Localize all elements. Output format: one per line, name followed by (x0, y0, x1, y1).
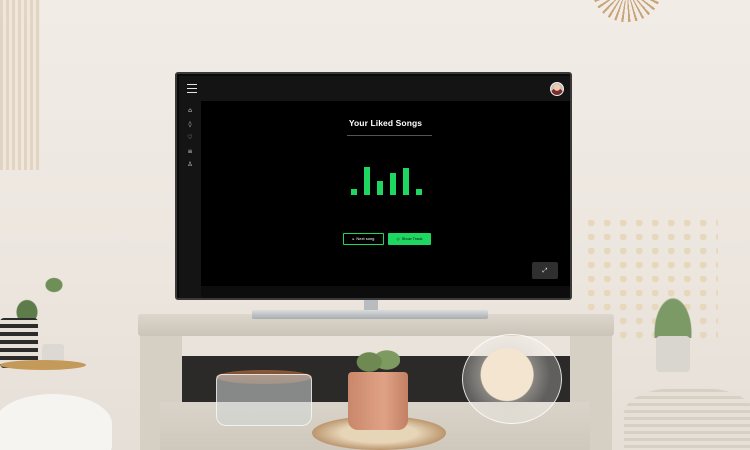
pouf-left (0, 394, 112, 450)
side-table (0, 360, 86, 370)
main-content: Your Liked Songs ▸ Next song ◎ Show Track … (201, 101, 570, 298)
visualizer-bar (403, 168, 409, 195)
next-song-label: Next song (356, 236, 375, 241)
potted-plant-left (0, 240, 90, 330)
glass-terrarium (462, 334, 562, 424)
user-avatar[interactable] (550, 82, 564, 96)
expand-icon[interactable]: ⤢ (532, 262, 558, 279)
succulent-plant (650, 290, 696, 338)
glass-jar (216, 374, 312, 426)
player-footer (201, 286, 570, 298)
tv-stand-foot (252, 310, 488, 319)
title-divider (347, 135, 432, 136)
terracotta-pot (348, 372, 408, 430)
sidebar: ⌂ ◊ ♡ ≡ ♙ (179, 101, 201, 298)
track-icon: ◎ (396, 237, 400, 241)
menu-line (187, 84, 197, 86)
menu-line (187, 87, 197, 90)
audio-visualizer (351, 167, 431, 195)
show-track-label: Show Track (401, 236, 423, 241)
cactus (356, 338, 400, 378)
succulent-pot (656, 336, 690, 372)
visualizer-bar (390, 173, 396, 195)
visualizer-bar (416, 189, 422, 195)
music-app: ⌂ ◊ ♡ ≡ ♙ Your Liked Songs ▸ Next song ◎ S… (179, 76, 570, 298)
show-track-button[interactable]: ◎ Show Track (388, 233, 431, 245)
home-icon[interactable]: ⌂ (185, 106, 195, 116)
user-icon[interactable]: ♙ (185, 160, 195, 170)
menu-line (187, 91, 197, 93)
page-title: Your Liked Songs (348, 118, 423, 128)
heart-icon[interactable]: ♡ (185, 133, 195, 143)
visualizer-bar (364, 167, 370, 195)
tv-stand-neck (364, 300, 378, 310)
visualizer-bar (351, 189, 357, 195)
location-pin-icon[interactable]: ◊ (185, 120, 195, 130)
next-song-button[interactable]: ▸ Next song (343, 233, 384, 245)
app-topbar (179, 76, 570, 101)
play-next-icon: ▸ (352, 237, 355, 241)
pouf-right (624, 388, 750, 450)
visualizer-bar (377, 181, 383, 195)
macrame-wall-hanging (0, 0, 40, 170)
list-icon[interactable]: ≡ (185, 147, 195, 157)
tv-screen: ⌂ ◊ ♡ ≡ ♙ Your Liked Songs ▸ Next song ◎ S… (175, 72, 572, 300)
hamburger-menu-icon[interactable] (187, 84, 197, 93)
